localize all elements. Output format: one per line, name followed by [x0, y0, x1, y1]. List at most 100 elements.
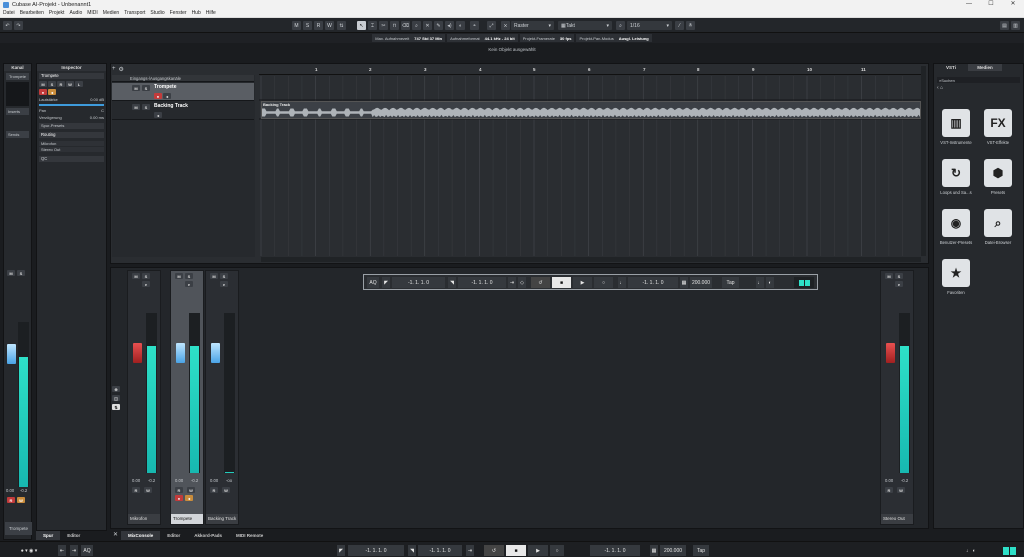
write-button[interactable]: W: [187, 487, 195, 493]
sends-section[interactable]: Sends: [6, 131, 29, 138]
color-tool-icon[interactable]: ◐: [456, 21, 465, 30]
raster-select[interactable]: Raster ▾: [511, 21, 554, 30]
menu-bearbeiten[interactable]: Bearbeiten: [20, 10, 44, 16]
strip-name[interactable]: Mikrofon: [128, 514, 160, 524]
auto-quantize-button[interactable]: AQ: [81, 545, 93, 556]
draw-tool-icon[interactable]: ✎: [434, 21, 443, 30]
solo-mode-button[interactable]: S: [303, 21, 312, 30]
volume-fader[interactable]: [7, 344, 16, 364]
punch-icon[interactable]: ⇥: [466, 545, 474, 556]
track-name[interactable]: Backing Track: [154, 103, 188, 109]
locator-right-icon[interactable]: ◥: [448, 277, 456, 288]
tab-midi-remote[interactable]: MIDI Remote: [229, 531, 270, 540]
solo-button[interactable]: S: [142, 104, 150, 110]
mediabay-item-4[interactable]: ◉ Benutzer-Presets: [936, 209, 976, 245]
cycle-icon[interactable]: ↺: [531, 277, 550, 288]
strip-name[interactable]: Backing Track: [206, 514, 238, 524]
read-button[interactable]: R: [175, 487, 183, 493]
locator-left-icon[interactable]: ◤: [337, 545, 345, 556]
tab-medien[interactable]: Medien: [968, 64, 1002, 71]
erase-tool-icon[interactable]: ⌫: [401, 21, 411, 30]
undo-button[interactable]: ↶: [3, 21, 12, 30]
tempo-field[interactable]: 200.000: [690, 277, 712, 288]
monitor-icon[interactable]: ◂: [48, 89, 56, 95]
lock-button[interactable]: L: [75, 81, 83, 87]
routing-input-select[interactable]: Mikrofon: [39, 141, 104, 146]
tab-akkord-pads[interactable]: Akkord-Pads: [187, 531, 229, 540]
mute-button[interactable]: M: [39, 81, 47, 87]
volume-fader[interactable]: [211, 343, 220, 363]
stop-icon[interactable]: ■: [552, 277, 571, 288]
inspector-track-header[interactable]: Trompete: [39, 73, 104, 79]
play-tool-icon[interactable]: ◂): [445, 21, 454, 30]
menu-audio[interactable]: Audio: [69, 10, 82, 16]
write-button[interactable]: W: [222, 487, 230, 493]
tab-mixconsole[interactable]: MixConsole: [121, 531, 161, 540]
snap-toggle-icon[interactable]: ⤢: [487, 21, 496, 30]
quantize-select[interactable]: 1/16 ▾: [627, 21, 672, 30]
horizontal-scrollbar[interactable]: [261, 257, 921, 262]
monitor-icon[interactable]: ◂: [163, 93, 171, 99]
menu-datei[interactable]: Datei: [3, 10, 15, 16]
tab-vsti[interactable]: VSTi: [934, 64, 968, 71]
strip-name[interactable]: Stereo Out: [881, 514, 913, 524]
menu-fenster[interactable]: Fenster: [170, 10, 187, 16]
snap-type-icon[interactable]: ⨯: [501, 21, 510, 30]
channel-strip-name[interactable]: Trompete: [5, 522, 32, 535]
solo-button[interactable]: S: [185, 273, 193, 279]
volume-fader[interactable]: [886, 343, 895, 363]
track-row-backing-track[interactable]: M S Backing Track ◂: [112, 102, 254, 120]
solo-button[interactable]: S: [142, 273, 150, 279]
mediabay-item-1[interactable]: FX VST-Effekte: [978, 109, 1018, 145]
delay-row[interactable]: Verzögerung 0.00 ms: [39, 115, 104, 120]
read-mode-button[interactable]: R: [314, 21, 323, 30]
record-enable-icon[interactable]: ●: [175, 495, 183, 501]
layout-icon[interactable]: ▤: [1000, 21, 1009, 30]
swing-icon[interactable]: ≚: [686, 21, 695, 30]
mute-button[interactable]: M: [132, 273, 140, 279]
redo-button[interactable]: ↷: [14, 21, 23, 30]
left-locator-field[interactable]: -1. 1. 1. 0: [392, 277, 445, 288]
tab-editor[interactable]: Editor: [160, 531, 187, 540]
solo-button[interactable]: S: [220, 273, 228, 279]
write-button[interactable]: W: [17, 497, 25, 503]
read-button[interactable]: R: [885, 487, 893, 493]
pan-row[interactable]: Pan C: [39, 108, 104, 113]
mute-mode-button[interactable]: M: [292, 21, 301, 30]
mediabay-item-5[interactable]: ⌕ Datei-Browser: [978, 209, 1018, 245]
mediabay-search[interactable]: ⌕ Suchen: [937, 77, 1020, 83]
tempo-track-icon[interactable]: ▦: [680, 277, 688, 288]
timeline-ruler[interactable]: 1 2 3 4 5 6 7 8 9 10 11: [259, 66, 921, 75]
mute-button[interactable]: M: [885, 273, 893, 279]
tap-tempo-button[interactable]: Tap: [693, 545, 709, 556]
menu-hilfe[interactable]: Hilfe: [206, 10, 216, 16]
mute-button[interactable]: M: [210, 273, 218, 279]
right-locator-field[interactable]: -1. 1. 1. 0: [458, 277, 506, 288]
right-locator-field[interactable]: -1. 1. 1. 0: [418, 545, 462, 556]
takt-select[interactable]: ▦ Takt ▾: [558, 21, 612, 30]
pointer-tool-icon[interactable]: ↖: [357, 21, 366, 30]
monitor-icon[interactable]: ◂: [185, 495, 193, 501]
mute-button[interactable]: M: [175, 273, 183, 279]
punch-in-icon[interactable]: ⇤: [58, 545, 66, 556]
mute-button[interactable]: M: [132, 104, 140, 110]
qc-section[interactable]: QC: [39, 156, 104, 162]
mediabay-item-2[interactable]: ↻ Loops und Sa...s: [936, 159, 976, 195]
menu-projekt[interactable]: Projekt: [49, 10, 65, 16]
edit-channel-icon[interactable]: e: [142, 281, 150, 287]
tab-spur[interactable]: Spur: [36, 531, 61, 540]
auto-quantize-button[interactable]: AQ: [367, 277, 379, 288]
folder-track[interactable]: Eingangs-/Ausgangskanäle: [112, 75, 254, 82]
sync-icon[interactable]: ◇: [518, 277, 526, 288]
monitor-icon[interactable]: ◂: [154, 112, 162, 118]
click-icon[interactable]: ♩: [756, 277, 764, 288]
mute-button[interactable]: M: [7, 270, 15, 276]
record-enable-icon[interactable]: ●: [39, 89, 47, 95]
maximize-button[interactable]: ☐: [980, 0, 1002, 9]
volume-row[interactable]: Lautstärke 0.00 dB: [39, 97, 104, 102]
write-button[interactable]: W: [66, 81, 74, 87]
track-name[interactable]: Trompete: [154, 84, 177, 90]
tab-kanal[interactable]: Kanal: [4, 64, 31, 71]
link-icon[interactable]: ⊕: [112, 386, 120, 392]
automation-mode-icon[interactable]: ⇅: [337, 21, 346, 30]
